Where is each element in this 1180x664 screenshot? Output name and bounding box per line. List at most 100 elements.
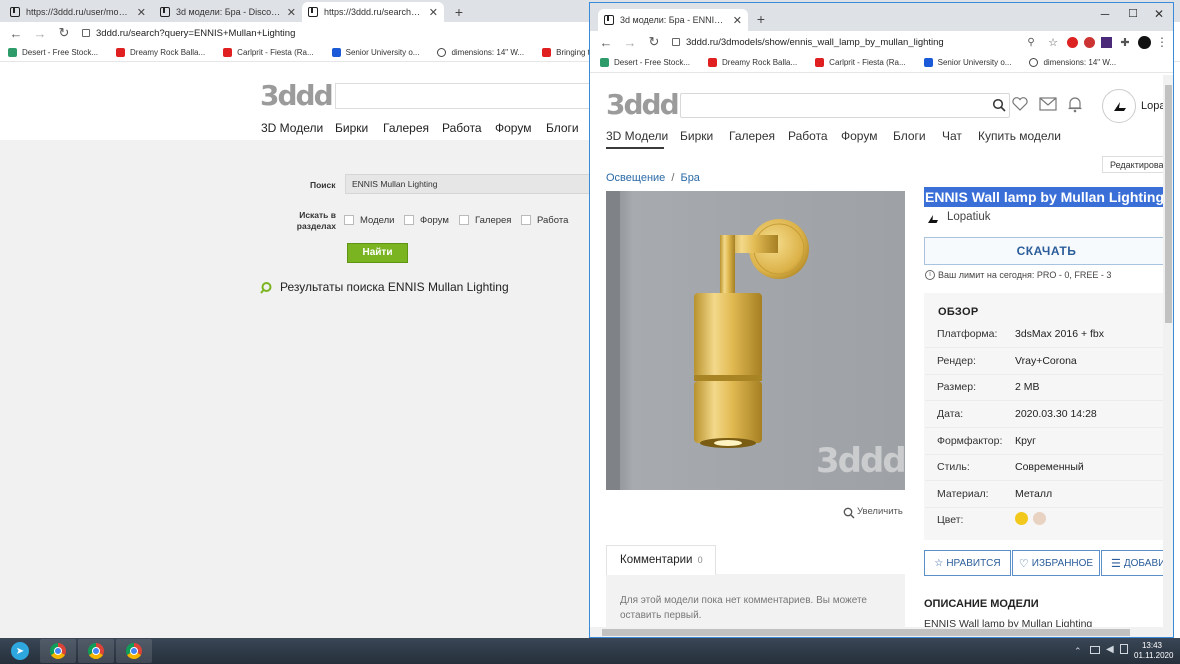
taskbar-chrome-3[interactable] [116,639,152,663]
tab-comments[interactable]: Комментарии 0 [606,545,716,575]
color-swatch-beige[interactable] [1033,512,1046,525]
zoom-link[interactable]: Увеличить [857,506,903,517]
volume-icon[interactable]: ◀ [1106,644,1114,655]
nav-tags[interactable]: Бирки [680,129,713,143]
network-icon[interactable] [1090,646,1100,654]
new-tab-button[interactable]: + [450,3,468,21]
taskbar-chrome-1[interactable] [40,639,76,663]
forward-arrow-icon[interactable]: → [32,26,48,41]
author-name[interactable]: Lopatiuk [947,211,990,223]
search-label: Поиск [310,180,336,190]
section-forum-checkbox[interactable]: Форум [404,215,449,226]
taskbar-chrome-2[interactable] [78,639,114,663]
back-tab-1[interactable]: https://3ddd.ru/user/models?query ✕ [4,2,152,22]
taskbar-telegram[interactable]: ➤ [2,639,38,663]
nav-buy-models[interactable]: Купить модели [978,129,1061,143]
bookmark-item[interactable]: Dreamy Rock Balla... [116,48,205,57]
back-arrow-icon[interactable]: ← [8,26,24,41]
nav-gallery[interactable]: Галерея [383,121,429,135]
nav-gallery[interactable]: Галерея [729,129,775,143]
section-models-checkbox[interactable]: Модели [344,215,394,226]
reload-icon[interactable]: ↻ [56,25,72,41]
extensions-puzzle-icon[interactable]: ✚ [1118,36,1132,49]
header-search-input[interactable] [680,93,1010,118]
spec-value[interactable]: Современный [1015,461,1084,473]
extension-abp-icon[interactable] [1084,36,1095,48]
nav-forum[interactable]: Форум [495,121,531,135]
section-work-checkbox[interactable]: Работа [521,215,568,226]
section-gallery-checkbox[interactable]: Галерея [459,215,511,226]
bookmark-item[interactable]: Desert - Free Stock... [600,58,690,67]
front-tab[interactable]: 3d модели: Бра - ENNIS Wall lar ✕ [598,9,748,31]
search-icon[interactable] [992,98,1006,112]
like-button[interactable]: ☆ НРАВИТСЯ [924,550,1011,576]
tray-chevron-icon[interactable]: ⌃ [1074,646,1082,657]
header-search-input[interactable] [335,83,595,109]
nav-forum[interactable]: Форум [841,129,877,143]
bookmark-item[interactable]: Senior University o... [923,58,1011,67]
bookmark-item[interactable]: Senior University o... [331,48,419,57]
bookmark-item[interactable]: Carlprit - Fiesta (Ra... [223,48,314,57]
nav-work[interactable]: Работа [788,129,828,143]
site-logo[interactable]: 3ddd [606,88,680,121]
horizontal-scrollbar[interactable] [590,627,1163,637]
download-button[interactable]: СКАЧАТЬ [924,237,1169,265]
close-icon[interactable]: ✕ [137,6,146,19]
bell-icon[interactable] [1067,95,1083,113]
model-preview-image[interactable]: 3ddd [606,191,907,490]
star-icon[interactable]: ☆ [1045,36,1061,49]
color-swatch-yellow[interactable] [1015,512,1028,525]
minimize-icon[interactable]: ─ [1092,7,1118,21]
bookmark-item[interactable]: dimensions: 14" W... [1029,58,1116,67]
extension-icon[interactable] [1101,36,1112,48]
address-bar[interactable]: 3ddd.ru/search?query=ENNIS+Mullan+Lighti… [96,28,295,39]
back-tab-2[interactable]: 3d модели: Бра - Discovery Wall ✕ [154,2,302,22]
globe-icon [1029,58,1039,67]
nav-blogs[interactable]: Блоги [893,129,926,143]
bookmark-item[interactable]: Carlprit - Fiesta (Ra... [815,58,906,67]
search-field[interactable]: ENNIS Mullan Lighting [345,174,595,194]
zoom-icon[interactable]: ⚲ [1023,37,1039,48]
bookmark-item[interactable]: dimensions: 14" W... [437,48,524,57]
scrollbar-thumb[interactable] [1165,85,1172,323]
heart-icon[interactable] [1011,95,1029,113]
nav-chat[interactable]: Чат [942,129,962,143]
user-avatar[interactable] [1102,89,1136,123]
menu-kebab-icon[interactable]: ⋮ [1156,35,1168,49]
close-window-icon[interactable]: ✕ [1146,7,1172,21]
vertical-scrollbar[interactable] [1163,75,1173,637]
extension-adblock-icon[interactable] [1067,36,1078,48]
user-name[interactable]: Lopa [1141,100,1165,112]
profile-avatar-icon[interactable] [1138,35,1151,49]
address-bar[interactable]: 3ddd.ru/3dmodels/show/ennis_wall_lamp_by… [686,37,1023,48]
close-icon[interactable]: ✕ [429,6,438,19]
nav-work[interactable]: Работа [442,121,482,135]
zoom-icon[interactable] [843,506,855,519]
reload-icon[interactable]: ↻ [646,34,662,50]
nav-3d-models[interactable]: 3D Модели [261,121,323,135]
close-icon[interactable]: ✕ [287,6,296,19]
breadcrumb-sconces[interactable]: Бра [680,172,699,184]
scrollbar-thumb[interactable] [602,629,1130,636]
site-logo[interactable]: 3ddd [260,79,334,112]
nav-tags[interactable]: Бирки [335,121,368,135]
add-to-collection-button[interactable]: ☰ ДОБАВИ [1101,550,1171,576]
close-icon[interactable]: ✕ [733,14,742,27]
favorite-button[interactable]: ♡ ИЗБРАННОЕ [1012,550,1100,576]
breadcrumb-lighting[interactable]: Освещение [606,172,665,184]
spec-value[interactable]: Металл [1015,488,1052,500]
back-arrow-icon[interactable]: ← [598,35,614,50]
bookmark-item[interactable]: Desert - Free Stock... [8,48,98,57]
bookmark-item[interactable]: Dreamy Rock Balla... [708,58,797,67]
find-button[interactable]: Найти [347,243,408,263]
nav-blogs[interactable]: Блоги [546,121,579,135]
maximize-icon[interactable]: ☐ [1120,7,1146,20]
forward-arrow-icon[interactable]: → [622,35,638,50]
clock[interactable]: 13:43 01.11.2020 [1134,641,1173,661]
new-tab-button[interactable]: + [752,10,770,28]
mail-icon[interactable] [1039,97,1057,111]
back-tab-3[interactable]: https://3ddd.ru/search?query=E ✕ [302,2,444,22]
spec-value[interactable]: Круг [1015,435,1036,447]
battery-icon[interactable] [1120,644,1128,654]
nav-3d-models[interactable]: 3D Модели [606,129,668,143]
